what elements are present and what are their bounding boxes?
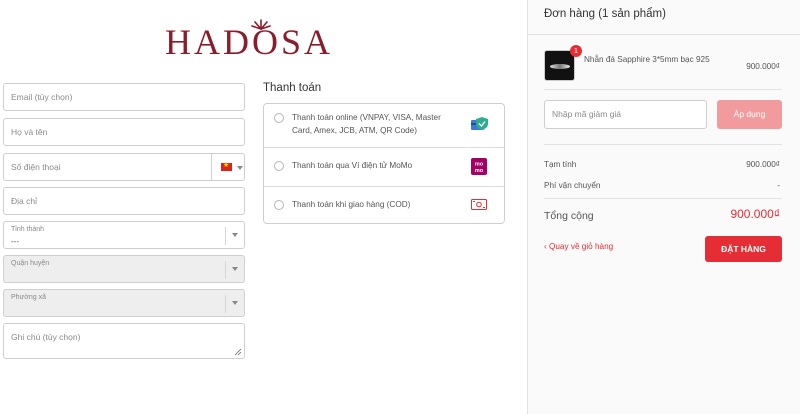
payment-options: Thanh toán online (VNPAY, VISA, Master C… xyxy=(263,103,505,224)
payment-option-online[interactable]: Thanh toán online (VNPAY, VISA, Master C… xyxy=(264,104,504,148)
cash-icon xyxy=(471,199,487,210)
divider xyxy=(544,144,782,145)
chevron-down-icon xyxy=(237,166,243,170)
subtotal-label: Tạm tính xyxy=(544,160,577,169)
address-field[interactable]: Địa chỉ xyxy=(3,187,245,215)
total-value: 900.000₫ xyxy=(730,207,780,221)
district-select[interactable]: Quận huyện xyxy=(3,255,245,283)
place-order-button[interactable]: ĐẶT HÀNG xyxy=(705,236,782,262)
payment-radio[interactable] xyxy=(274,161,284,171)
product-price: 900.000₫ xyxy=(746,62,780,71)
ward-select[interactable]: Phường xã xyxy=(3,289,245,317)
chevron-down-icon xyxy=(232,233,238,237)
product-name: Nhẫn đá Sapphire 3*5mm bạc 925 xyxy=(584,55,710,64)
payment-option-cod[interactable]: Thanh toán khi giao hàng (COD) xyxy=(264,187,504,224)
chevron-down-icon xyxy=(232,301,238,305)
payment-option-label: Thanh toán khi giao hàng (COD) xyxy=(292,200,411,209)
apply-coupon-button[interactable]: Áp dụng xyxy=(717,100,782,129)
order-summary: Đơn hàng (1 sản phẩm) 1 Nhẫn đá Sapphire… xyxy=(527,0,800,414)
address-placeholder: Địa chỉ xyxy=(11,196,37,206)
resize-handle-icon[interactable] xyxy=(234,348,242,356)
svg-text:mo: mo xyxy=(475,162,484,168)
select-divider xyxy=(225,261,226,279)
payment-radio[interactable] xyxy=(274,200,284,210)
payment-option-momo[interactable]: Thanh toán qua Ví điện tử MoMo mo mo xyxy=(264,148,504,187)
phone-field[interactable]: Số điện thoại xyxy=(3,153,245,181)
svg-text:mo: mo xyxy=(475,168,484,174)
coupon-field[interactable] xyxy=(544,100,707,129)
subtotal-value: 900.000₫ xyxy=(746,160,780,169)
quantity-badge: 1 xyxy=(570,45,582,57)
name-placeholder: Họ và tên xyxy=(11,127,48,137)
note-textarea[interactable]: Ghi chú (tùy chọn) xyxy=(3,323,245,359)
total-label: Tổng cộng xyxy=(544,210,594,222)
email-placeholder: Email (tùy chọn) xyxy=(11,92,73,102)
select-divider xyxy=(225,227,226,245)
chevron-down-icon xyxy=(232,267,238,271)
divider xyxy=(528,34,800,35)
country-code-select[interactable] xyxy=(211,154,246,180)
order-title: Đơn hàng (1 sản phẩm) xyxy=(544,8,666,20)
payment-option-label: Thanh toán qua Ví điện tử MoMo xyxy=(292,161,413,170)
ward-label: Phường xã xyxy=(11,294,46,301)
coupon-input[interactable] xyxy=(552,109,702,119)
payment-radio[interactable] xyxy=(274,113,284,123)
name-field[interactable]: Họ và tên xyxy=(3,118,245,146)
select-divider xyxy=(225,295,226,313)
district-label: Quận huyện xyxy=(11,260,50,267)
payment-option-label: Thanh toán online (VNPAY, VISA, Master C… xyxy=(292,113,441,135)
divider xyxy=(544,198,782,199)
divider xyxy=(544,89,782,90)
email-field[interactable]: Email (tùy chọn) xyxy=(3,83,245,111)
back-to-cart-link[interactable]: ‹ Quay về giỏ hàng xyxy=(544,242,613,251)
logo-text: HADOSA xyxy=(165,22,334,62)
note-placeholder: Ghi chú (tùy chọn) xyxy=(11,332,81,342)
province-select[interactable]: Tỉnh thành --- xyxy=(3,221,245,249)
phone-placeholder: Số điện thoại xyxy=(11,162,61,172)
shipping-label: Phí vận chuyển xyxy=(544,181,601,190)
province-value: --- xyxy=(11,237,19,246)
momo-icon: mo mo xyxy=(471,158,487,175)
card-shield-icon xyxy=(471,117,488,130)
checkout-page: HADOSA Email (tùy chọn) Họ và tên Số điệ… xyxy=(0,0,800,414)
payment-title: Thanh toán xyxy=(263,82,322,94)
vietnam-flag-icon xyxy=(221,161,232,171)
ring-image xyxy=(550,64,570,69)
province-label: Tỉnh thành xyxy=(11,226,45,233)
brand-logo[interactable]: HADOSA xyxy=(165,18,345,62)
shipping-value: - xyxy=(777,181,780,190)
